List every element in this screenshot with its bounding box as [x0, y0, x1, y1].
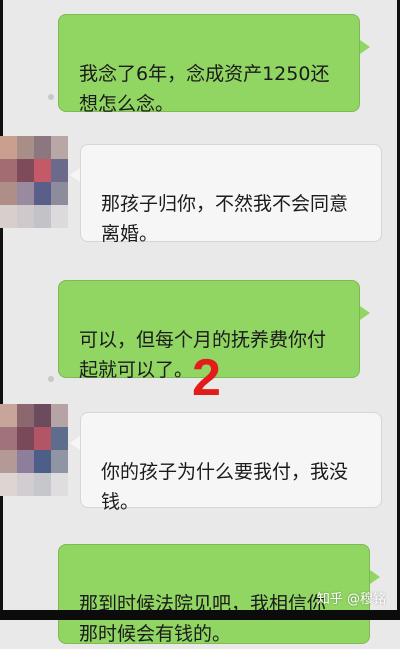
sent-status-icon	[48, 94, 54, 100]
message-text: 那孩子归你，不然我不会同意 离婚。	[101, 193, 349, 245]
message-bubble-received[interactable]: 你的孩子为什么要我付，我没 钱。	[80, 412, 382, 513]
avatar[interactable]	[0, 136, 68, 228]
message-bubble-received[interactable]: 那孩子归你，不然我不会同意 离婚。	[80, 144, 382, 245]
message-text: 你的孩子为什么要我付，我没 钱。	[101, 461, 349, 513]
message-text: 我念了6年，念成资产1250还 想怎么念。	[79, 63, 330, 115]
bubble-tail	[370, 570, 380, 584]
left-border	[0, 0, 3, 620]
watermark-platform: 知乎	[316, 592, 343, 607]
chat-screen: 我念了6年，念成资产1250还 想怎么念。 那孩子归你，不然我不会同意 离婚。 …	[0, 0, 400, 645]
watermark-author: @穆铭	[346, 592, 386, 607]
bubble-tail	[70, 436, 80, 450]
watermark: 知乎 @穆铭	[317, 588, 386, 607]
bubble-tail	[360, 306, 370, 320]
bubble-tail	[360, 40, 370, 54]
bottom-bar	[0, 610, 400, 620]
avatar[interactable]	[0, 404, 68, 496]
sent-status-icon	[48, 376, 54, 382]
bubble-tail	[70, 168, 80, 182]
message-bubble-sent[interactable]: 我念了6年，念成资产1250还 想怎么念。	[58, 14, 360, 115]
overlay-number: 2	[192, 349, 221, 407]
